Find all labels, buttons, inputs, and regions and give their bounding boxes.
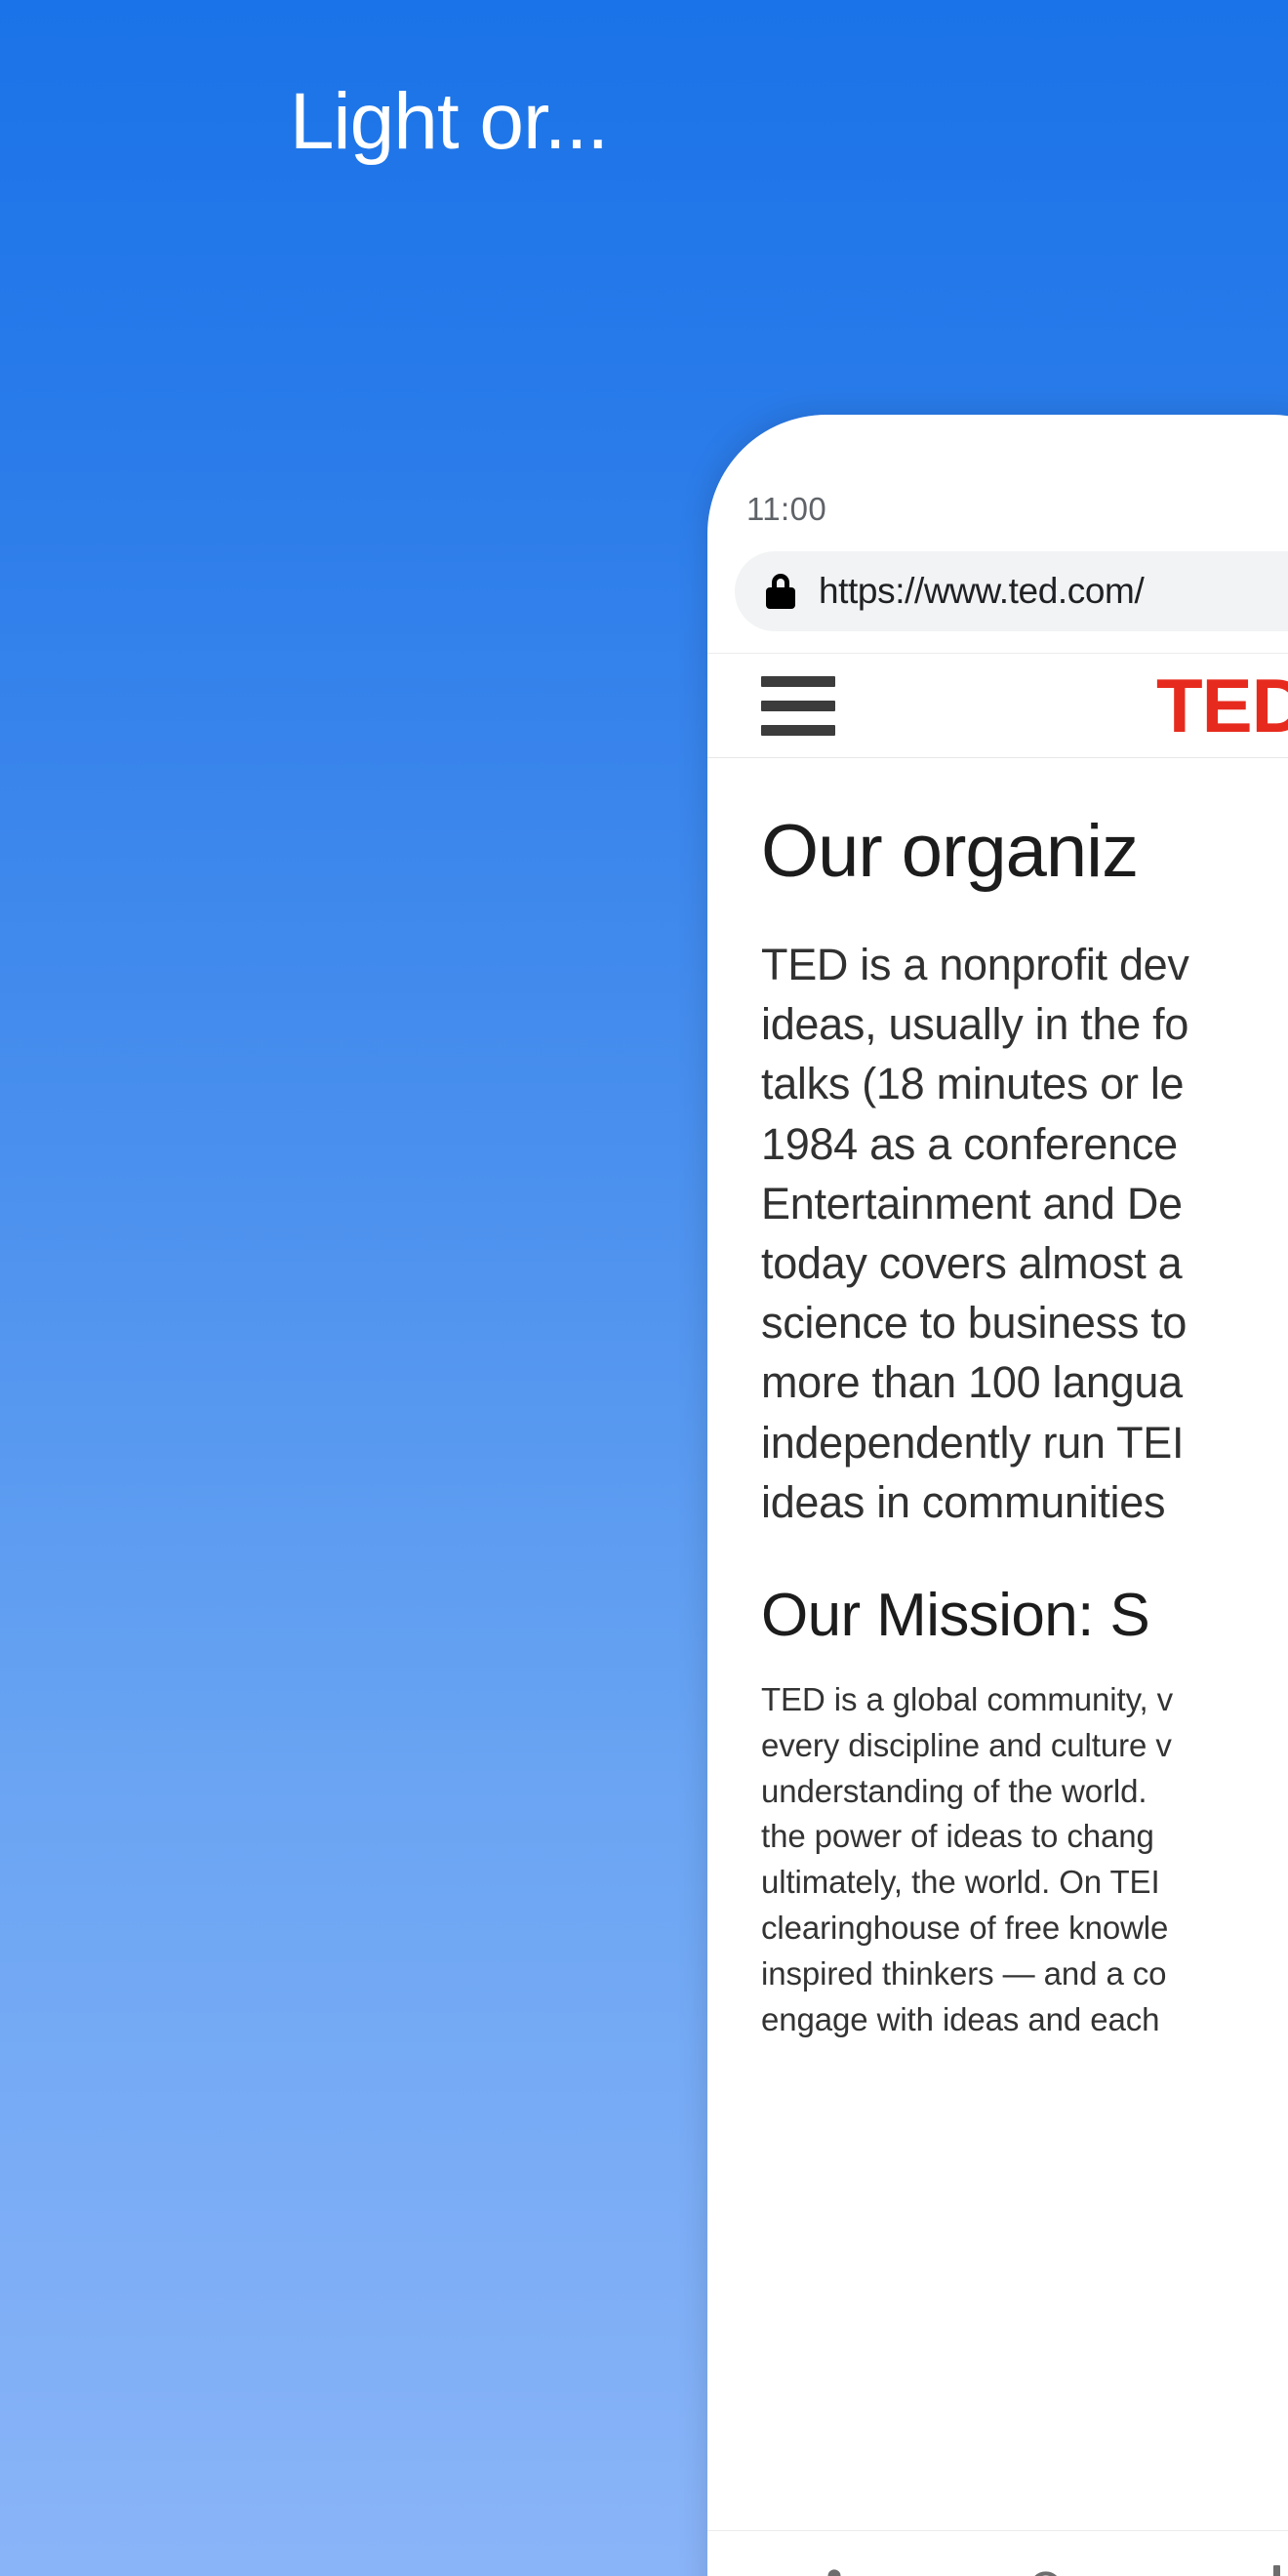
- text-line: today covers almost a: [761, 1237, 1183, 1288]
- text-line: every discipline and culture v: [761, 1726, 1172, 1763]
- text-line: engage with ideas and each: [761, 2000, 1160, 2037]
- text-line: independently run TEI: [761, 1417, 1185, 1468]
- text-line: clearinghouse of free knowle: [761, 1910, 1169, 1947]
- plus-icon: [1251, 2564, 1288, 2576]
- address-bar[interactable]: https://www.ted.com/: [735, 551, 1288, 631]
- text-line: talks (18 minutes or le: [761, 1059, 1185, 1109]
- paragraph-mission: TED is a global community, v every disci…: [761, 1677, 1288, 2043]
- text-line: ideas in communities: [761, 1476, 1166, 1527]
- browser-bottom-toolbar: [707, 2530, 1288, 2576]
- page-heading-organization: Our organiz: [761, 810, 1139, 893]
- text-line: inspired thinkers — and a co: [761, 1955, 1167, 1992]
- share-button[interactable]: [707, 2563, 935, 2576]
- text-line: science to business to: [761, 1298, 1187, 1348]
- find-in-page-button[interactable]: [935, 2564, 1162, 2576]
- paragraph-organization: TED is a nonprofit dev ideas, usually in…: [761, 935, 1288, 1532]
- text-line: TED is a global community, v: [761, 1680, 1174, 1717]
- text-line: 1984 as a conference: [761, 1118, 1178, 1169]
- text-line: more than 100 langua: [761, 1357, 1183, 1408]
- text-line: understanding of the world.: [761, 1772, 1147, 1809]
- share-icon: [827, 2568, 841, 2576]
- status-bar: 11:00: [707, 415, 1288, 542]
- presentation-slide: Light or... 11:00 https://www.ted.com/ T…: [0, 0, 1288, 2576]
- text-line: the power of ideas to chang: [761, 1818, 1154, 1855]
- slide-headline: Light or...: [289, 77, 609, 166]
- text-line: ultimately, the world. On TEI: [761, 1864, 1160, 1901]
- site-header: TED: [707, 653, 1288, 758]
- text-line: ideas, usually in the fo: [761, 999, 1189, 1050]
- omnibox-container: https://www.ted.com/: [707, 542, 1288, 653]
- phone-screenshot-card: 11:00 https://www.ted.com/ TED Our organ…: [707, 415, 1288, 2576]
- address-bar-url: https://www.ted.com/: [819, 571, 1145, 611]
- lock-icon[interactable]: [766, 574, 795, 609]
- text-line: Entertainment and De: [761, 1178, 1183, 1228]
- page-heading-mission: Our Mission: S: [761, 1581, 1150, 1649]
- text-line: TED is a nonprofit dev: [761, 940, 1189, 989]
- status-bar-clock: 11:00: [746, 491, 827, 527]
- hamburger-menu-icon[interactable]: [761, 675, 835, 736]
- page-content: Our organiz TED is a nonprofit dev ideas…: [707, 758, 1288, 2043]
- ted-logo[interactable]: TED: [1156, 667, 1288, 744]
- search-icon: [1033, 2570, 1058, 2576]
- new-tab-button[interactable]: [1163, 2564, 1288, 2576]
